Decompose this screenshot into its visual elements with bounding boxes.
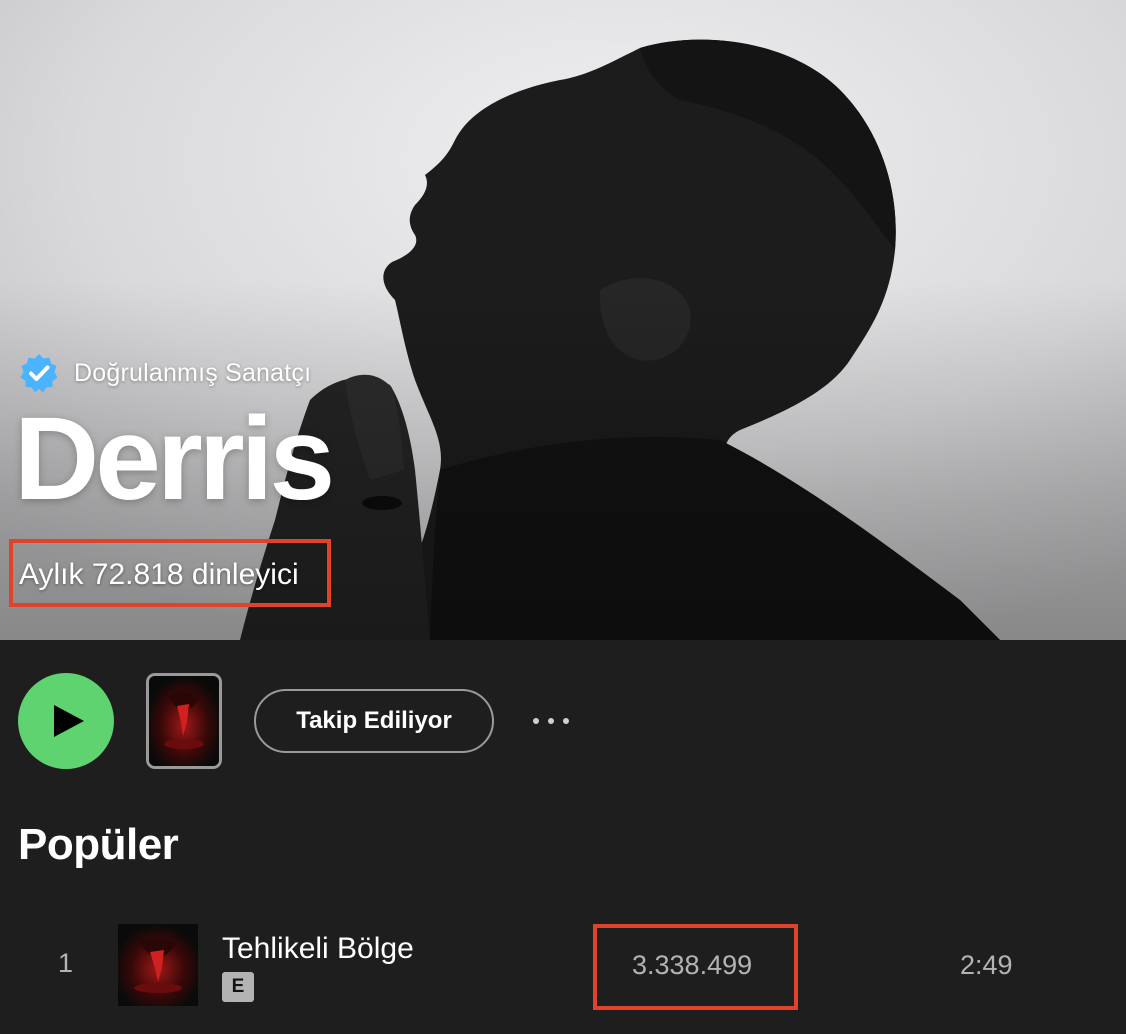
explicit-badge: E (222, 972, 254, 1002)
play-icon (54, 705, 84, 737)
verified-artist-row: Doğrulanmış Sanatçı (18, 352, 311, 394)
verified-artist-label: Doğrulanmış Sanatçı (74, 358, 312, 387)
verified-badge-icon (20, 354, 58, 393)
more-dot (548, 718, 554, 724)
more-options-icon[interactable] (526, 704, 576, 738)
play-button[interactable] (18, 673, 114, 769)
monthly-listeners: Aylık 72.818 dinleyici (19, 558, 299, 591)
artist-header: Doğrulanmış Sanatçı Derris Aylık 72.818 … (0, 0, 1126, 640)
track-duration: 2:49 (960, 950, 1013, 980)
track-index: 1 (58, 948, 74, 978)
track-cover (118, 924, 198, 1006)
following-button[interactable]: Takip Ediliyor (254, 689, 494, 753)
more-dot (563, 718, 569, 724)
album-cover-thumbnail[interactable] (146, 673, 222, 769)
artist-name: Derris (14, 393, 335, 525)
album-art-image (149, 676, 219, 766)
track-title[interactable]: Tehlikeli Bölge (222, 932, 414, 966)
more-dot (533, 718, 539, 724)
track-art-image (118, 924, 198, 1006)
track-play-count: 3.338.499 (632, 950, 753, 980)
track-row[interactable]: 1 Tehlikeli Bölge E 3.338.499 2:49 (0, 916, 1126, 1016)
popular-section-title: Popüler (18, 820, 179, 869)
